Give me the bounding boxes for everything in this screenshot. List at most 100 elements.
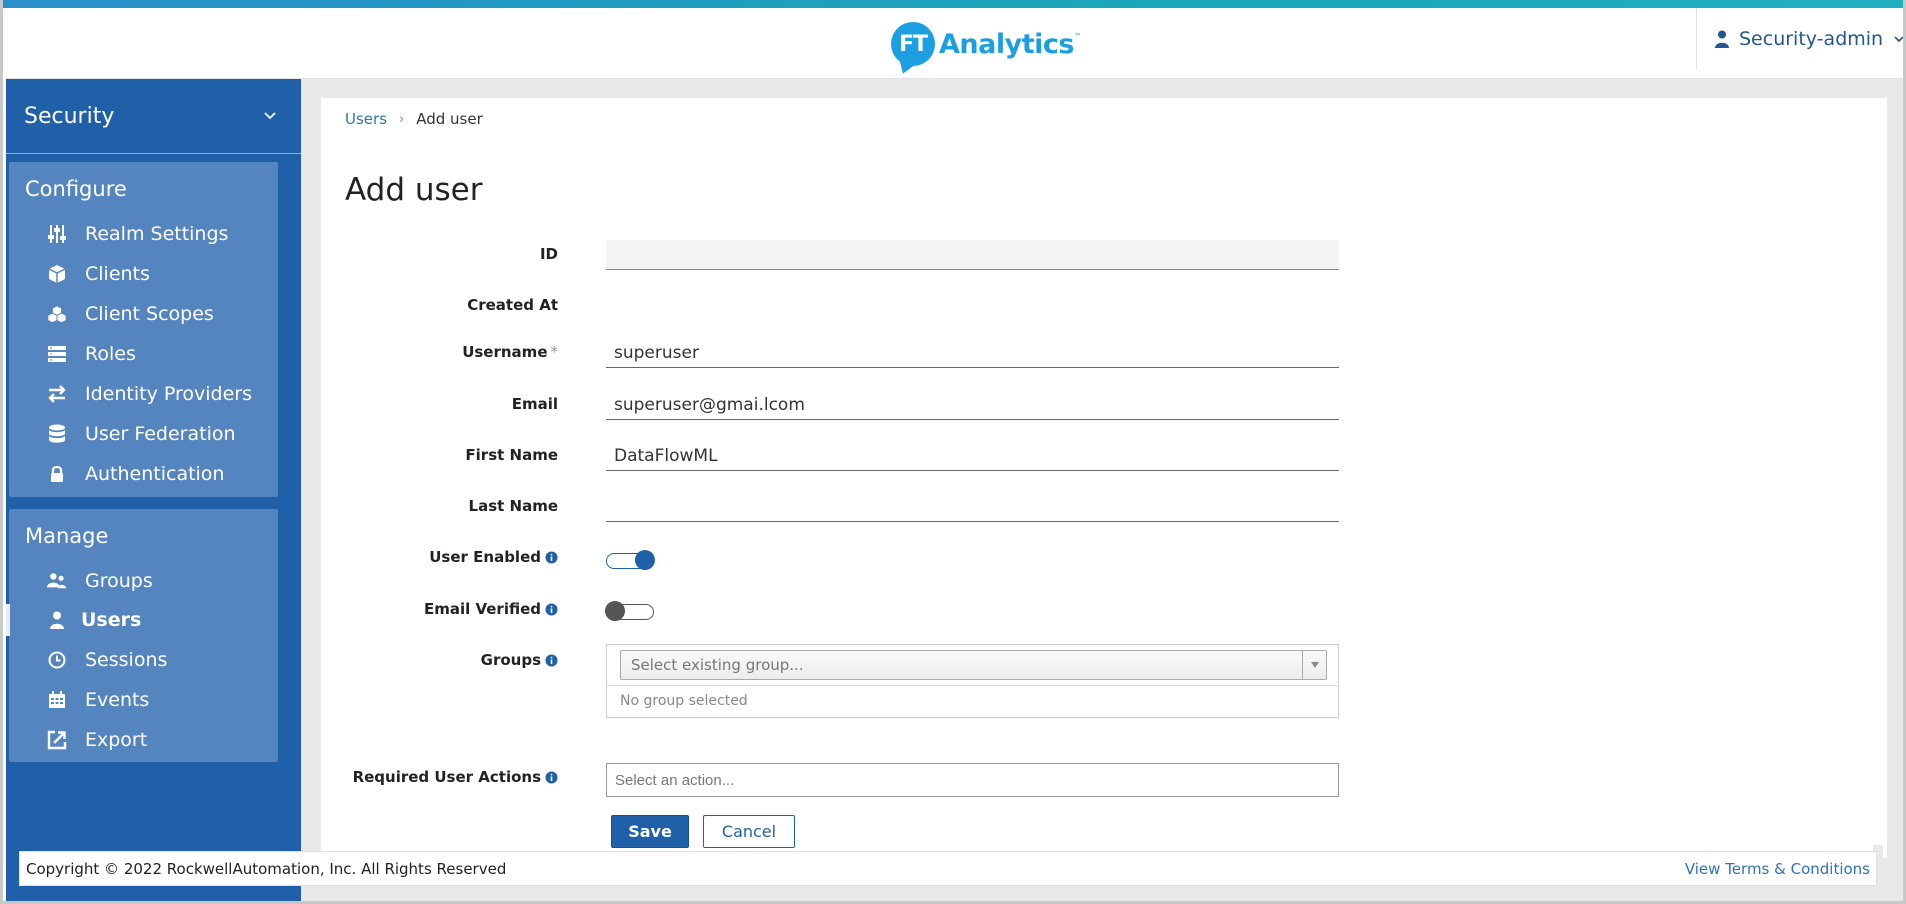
sidebar-item-authentication[interactable]: Authentication (9, 456, 278, 492)
created-at-label: Created At (348, 296, 558, 314)
id-label-text: ID (539, 245, 558, 263)
email-verified-label-text: Email Verified (423, 600, 541, 618)
users-icon (47, 571, 67, 591)
user-enabled-label-text: User Enabled (429, 548, 541, 566)
info-icon (545, 654, 558, 666)
email-verified-toggle[interactable] (605, 601, 654, 621)
first-name-label-text: First Name (465, 446, 558, 464)
sidebar-item-clients[interactable]: Clients (9, 256, 278, 292)
email-label-text: Email (511, 395, 558, 413)
required-actions-select[interactable]: Select an action... (606, 763, 1339, 797)
first-name-input[interactable] (606, 441, 1339, 471)
logo-text: Analytics (939, 28, 1074, 60)
username-label: Username * (348, 343, 558, 361)
required-actions-label: Required User Actions (348, 768, 558, 786)
username-input[interactable] (606, 338, 1339, 368)
info-icon (545, 603, 558, 615)
top-accent-bar (3, 0, 1903, 8)
groups-empty-text: No group selected (620, 693, 748, 709)
sidebar: Security Configure Realm Settings Client… (6, 79, 301, 901)
groups-placeholder: Select existing group... (631, 656, 804, 674)
sidebar-item-user-federation[interactable]: User Federation (9, 416, 278, 452)
sidebar-item-client-scopes[interactable]: Client Scopes (9, 296, 278, 332)
logo-mark-text: FT (898, 31, 928, 57)
sidebar-item-label: Events (85, 689, 150, 711)
user-menu-label: Security-admin (1739, 28, 1884, 50)
configure-heading: Configure (25, 177, 127, 201)
last-name-label-text: Last Name (468, 497, 558, 515)
sliders-icon (47, 224, 67, 244)
last-name-input[interactable] (606, 492, 1339, 522)
info-icon (545, 551, 558, 563)
sidebar-item-label: User Federation (85, 423, 236, 445)
sidebar-item-users[interactable]: Users (6, 602, 278, 638)
required-asterisk: * (550, 343, 559, 361)
list-icon (47, 344, 67, 364)
breadcrumb-current: Add user (416, 110, 483, 128)
terms-link[interactable]: View Terms & Conditions (1685, 860, 1870, 878)
sidebar-item-label: Clients (85, 263, 150, 285)
manage-heading: Manage (25, 524, 109, 548)
last-name-label: Last Name (348, 497, 558, 515)
app-window: FT Analytics ™ Security-admin Security C… (0, 0, 1906, 904)
sidebar-item-groups[interactable]: Groups (9, 563, 278, 599)
info-icon (545, 771, 558, 783)
chevron-down-icon (1894, 36, 1903, 43)
created-at-label-text: Created At (467, 296, 558, 314)
export-icon (47, 730, 67, 750)
calendar-icon (47, 690, 67, 710)
exchange-icon (47, 384, 67, 404)
sidebar-item-label: Authentication (85, 463, 225, 485)
id-label: ID (348, 245, 558, 263)
clock-icon (47, 650, 67, 670)
sidebar-item-label: Roles (85, 343, 136, 365)
ft-analytics-logo: FT Analytics ™ (891, 18, 1082, 70)
email-verified-label: Email Verified (348, 600, 558, 618)
sidebar-item-events[interactable]: Events (9, 682, 278, 718)
lock-icon (47, 464, 67, 484)
sidebar-item-roles[interactable]: Roles (9, 336, 278, 372)
sidebar-item-identity-providers[interactable]: Identity Providers (9, 376, 278, 412)
sidebar-item-realm-settings[interactable]: Realm Settings (9, 216, 278, 252)
chevron-down-icon (264, 112, 276, 120)
content-card (321, 98, 1887, 858)
sidebar-item-export[interactable]: Export (9, 722, 278, 758)
cubes-icon (47, 304, 67, 324)
first-name-label: First Name (348, 446, 558, 464)
groups-select[interactable]: Select existing group... (620, 650, 1327, 680)
sidebar-item-sessions[interactable]: Sessions (9, 642, 278, 678)
save-button[interactable]: Save (611, 815, 689, 848)
page-title: Add user (345, 172, 483, 208)
sidebar-item-label: Realm Settings (85, 223, 229, 245)
cube-icon (47, 264, 67, 284)
database-icon (47, 424, 67, 444)
groups-label: Groups (348, 651, 558, 669)
breadcrumb-separator: › (399, 111, 405, 127)
logo-badge: FT (891, 22, 935, 66)
id-field (606, 240, 1339, 270)
sidebar-item-label: Identity Providers (85, 383, 252, 405)
email-input[interactable] (606, 390, 1339, 420)
sidebar-item-label: Sessions (85, 649, 168, 671)
copyright-text: Copyright © 2022 RockwellAutomation, Inc… (26, 859, 507, 878)
realm-selector[interactable]: Security (6, 79, 301, 154)
breadcrumb: Users › Add user (345, 110, 483, 128)
realm-name: Security (24, 103, 115, 129)
groups-label-text: Groups (480, 651, 541, 669)
user-enabled-toggle[interactable] (606, 550, 655, 570)
groups-box: Select existing group... No group select… (606, 644, 1339, 718)
footer: Copyright © 2022 RockwellAutomation, Inc… (19, 851, 1877, 886)
user-enabled-label: User Enabled (348, 548, 558, 566)
breadcrumb-users-link[interactable]: Users (345, 110, 387, 128)
user-icon (47, 610, 67, 630)
manage-panel: Manage Groups Users Sessions Events Expo… (6, 509, 278, 762)
dropdown-arrow-icon (1302, 651, 1326, 679)
cancel-button[interactable]: Cancel (703, 815, 795, 848)
sidebar-item-label: Users (81, 609, 142, 631)
required-actions-placeholder: Select an action... (615, 771, 735, 789)
configure-panel: Configure Realm Settings Clients Client … (9, 162, 278, 497)
sidebar-item-label: Export (85, 729, 148, 751)
required-actions-label-text: Required User Actions (352, 768, 541, 786)
user-menu-button[interactable]: Security-admin (1696, 8, 1903, 70)
header: FT Analytics ™ Security-admin (6, 8, 1903, 79)
